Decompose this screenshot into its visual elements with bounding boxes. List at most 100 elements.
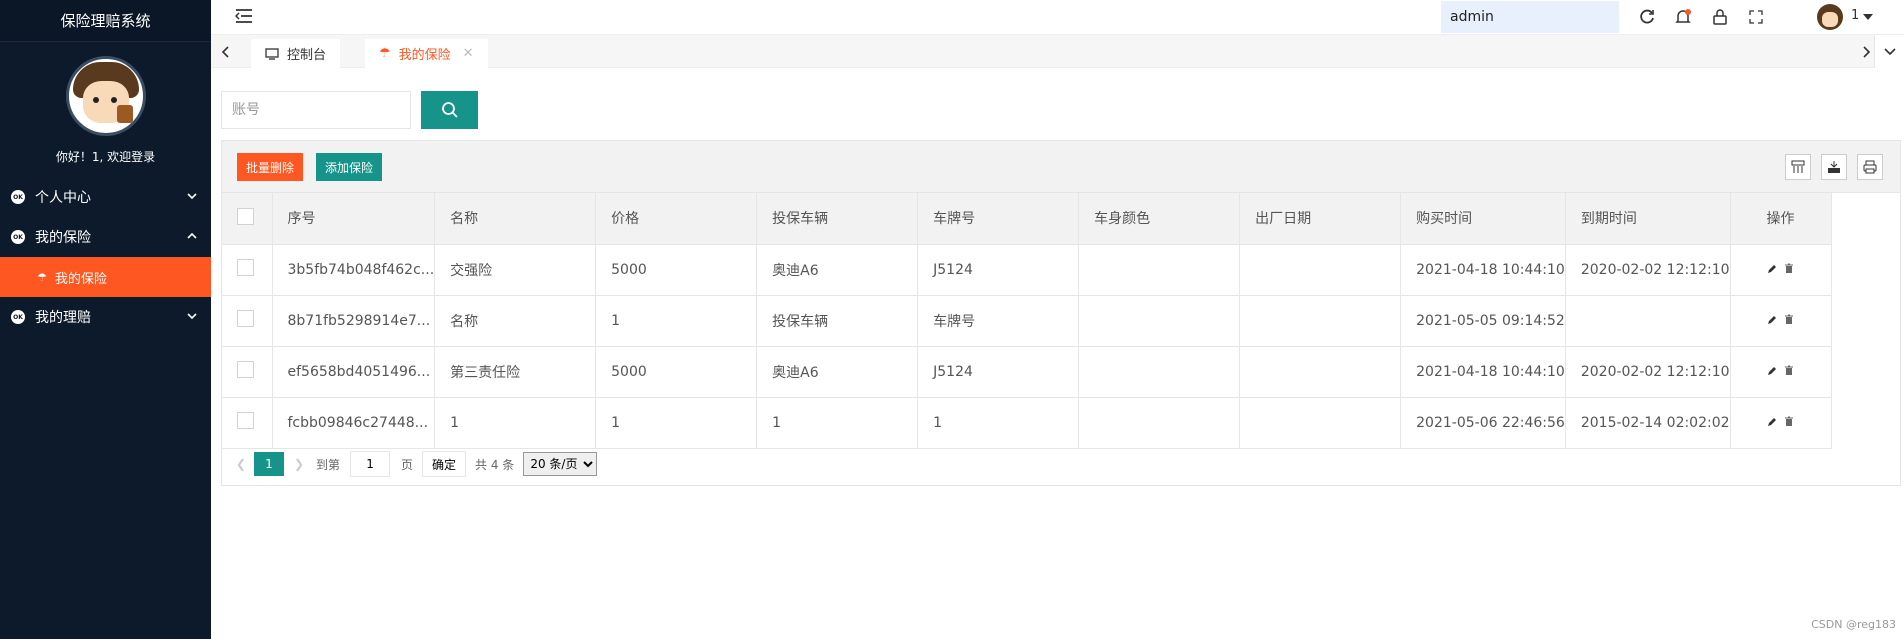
refresh-icon[interactable]: [1638, 8, 1656, 26]
cell-price: 5000: [595, 244, 758, 296]
edit-icon[interactable]: [1767, 366, 1777, 376]
cell-buy-time: 2021-05-05 09:14:52: [1400, 295, 1566, 347]
batch-delete-button[interactable]: 批量删除: [237, 153, 304, 181]
print-icon: [1863, 160, 1877, 174]
chevron-down-icon: [187, 193, 197, 200]
sidebar-subitem-label: 我的保险: [54, 271, 107, 287]
columns-icon: [1791, 160, 1805, 173]
cell-factory-date: [1239, 397, 1402, 449]
add-insurance-button[interactable]: 添加保险: [316, 153, 383, 181]
table-row: 8b71fb5298914e7... 名称 1 投保车辆 车牌号 2021-05-05 0…: [222, 295, 1832, 347]
column-header[interactable]: 序号: [272, 193, 436, 245]
cell-price: 5000: [595, 346, 758, 398]
export-button[interactable]: [1821, 154, 1847, 180]
close-icon[interactable]: ✕: [463, 46, 474, 61]
sidebar-item-my-insurance[interactable]: OK 我的保险: [0, 217, 211, 257]
tab-label: 我的保险: [398, 48, 451, 63]
tab-console[interactable]: 控制台: [251, 39, 341, 68]
user-name[interactable]: 1: [1851, 8, 1859, 23]
top-header: admin 1: [211, 0, 1904, 34]
tabs-scroll-left-button[interactable]: [211, 35, 241, 68]
column-header[interactable]: 车身颜色: [1078, 193, 1241, 245]
sidebar-subitem-my-insurance[interactable]: ☂ 我的保险: [0, 257, 211, 297]
menu-toggle-icon[interactable]: [235, 8, 253, 24]
goto-page-input[interactable]: [350, 451, 391, 477]
edit-icon[interactable]: [1767, 417, 1777, 427]
sidebar-item-label: 个人中心: [35, 190, 91, 206]
cell-factory-date: [1239, 346, 1402, 398]
fullscreen-icon[interactable]: [1747, 8, 1765, 26]
column-header[interactable]: 名称: [434, 193, 597, 245]
goto-confirm-button[interactable]: 确定: [422, 451, 467, 477]
cell-expire-time: [1565, 295, 1731, 347]
page-current[interactable]: 1: [254, 452, 284, 476]
cell-name: 第三责任险: [434, 346, 597, 398]
row-checkbox[interactable]: [237, 361, 254, 378]
umbrella-icon: ☂: [37, 270, 47, 284]
column-header[interactable]: 到期时间: [1565, 193, 1731, 245]
cell-color: [1078, 244, 1241, 296]
select-all-checkbox[interactable]: [237, 207, 254, 225]
trash-icon[interactable]: [1784, 365, 1794, 376]
search-button[interactable]: [421, 91, 478, 129]
row-checkbox[interactable]: [237, 259, 254, 276]
cell-expire-time: 2020-02-02 12:12:10: [1565, 244, 1731, 296]
column-header[interactable]: 价格: [595, 193, 758, 245]
row-select-cell: [222, 244, 273, 296]
cell-color: [1078, 295, 1241, 347]
row-checkbox[interactable]: [237, 310, 254, 327]
row-actions-cell: [1730, 244, 1832, 296]
sidebar-item-personal-center[interactable]: OK 个人中心: [0, 177, 211, 217]
row-select-cell: [222, 346, 273, 398]
cell-vehicle: 投保车辆: [756, 295, 919, 347]
chevron-left-icon[interactable]: ❮: [232, 457, 250, 471]
cell-plate: J5124: [917, 346, 1080, 398]
column-header[interactable]: 出厂日期: [1239, 193, 1402, 245]
columns-filter-button[interactable]: [1785, 154, 1811, 180]
avatar: [65, 56, 146, 136]
cell-id: ef5658bd4051496...: [272, 346, 436, 398]
data-table-panel: 批量删除 添加保险 序号 名称 价格 投保车辆 车牌号 车身颜色 出厂日期 购买…: [221, 140, 1901, 486]
table-header-row: 序号 名称 价格 投保车辆 车牌号 车身颜色 出厂日期 购买时间 到期时间 操作: [222, 193, 1832, 245]
bell-icon[interactable]: [1674, 8, 1692, 26]
cell-buy-time: 2021-05-06 22:46:56: [1400, 397, 1566, 449]
watermark: CSDN @reg183: [1811, 618, 1896, 631]
chevron-left-icon: [221, 45, 229, 58]
sidebar: 保险理赔系统 你好！1, 欢迎登录 OK 个人中心 OK 我的保险 ☂ 我的保险…: [0, 0, 211, 639]
tabs-bar: 控制台 ☂ 我的保险 ✕: [211, 34, 1904, 68]
edit-icon[interactable]: [1767, 315, 1777, 325]
column-header[interactable]: 购买时间: [1400, 193, 1566, 245]
sidebar-item-my-claims[interactable]: OK 我的理赔: [0, 297, 211, 337]
column-header[interactable]: 车牌号: [917, 193, 1080, 245]
trash-icon[interactable]: [1784, 314, 1794, 325]
table-row: 3b5fb74b048f462c... 交强险 5000 奥迪A6 J5124 2021-…: [222, 244, 1832, 296]
cell-name: 1: [434, 397, 597, 449]
tabs-menu-button[interactable]: [1874, 35, 1904, 68]
trash-icon[interactable]: [1784, 263, 1794, 274]
tab-label: 控制台: [287, 48, 327, 63]
admin-field[interactable]: admin: [1441, 1, 1619, 33]
cell-id: 8b71fb5298914e7...: [272, 295, 436, 347]
chevron-down-icon: [1883, 47, 1896, 55]
edit-icon[interactable]: [1767, 264, 1777, 274]
user-avatar[interactable]: [1817, 4, 1843, 30]
lock-icon[interactable]: [1711, 8, 1729, 26]
ok-circle-icon: OK: [11, 310, 25, 324]
row-checkbox[interactable]: [237, 412, 254, 429]
print-button[interactable]: [1857, 154, 1883, 180]
chevron-right-icon[interactable]: ❯: [290, 457, 308, 471]
cell-expire-time: 2015-02-14 02:02:02: [1565, 397, 1731, 449]
page-unit: 页: [401, 457, 414, 472]
welcome-greeting: 你好！1, 欢迎登录: [55, 150, 156, 164]
cell-vehicle: 奥迪A6: [756, 346, 919, 398]
cell-expire-time: 2020-02-02 12:12:10: [1565, 346, 1731, 398]
row-actions-cell: [1730, 346, 1832, 398]
tab-my-insurance[interactable]: ☂ 我的保险 ✕: [365, 39, 488, 68]
ok-circle-icon: OK: [11, 230, 25, 244]
account-search-input[interactable]: [221, 91, 411, 129]
column-header[interactable]: 投保车辆: [756, 193, 919, 245]
trash-icon[interactable]: [1784, 416, 1794, 427]
cell-name: 交强险: [434, 244, 597, 296]
caret-down-icon[interactable]: [1863, 14, 1873, 20]
per-page-select[interactable]: 20 条/页: [523, 452, 598, 476]
